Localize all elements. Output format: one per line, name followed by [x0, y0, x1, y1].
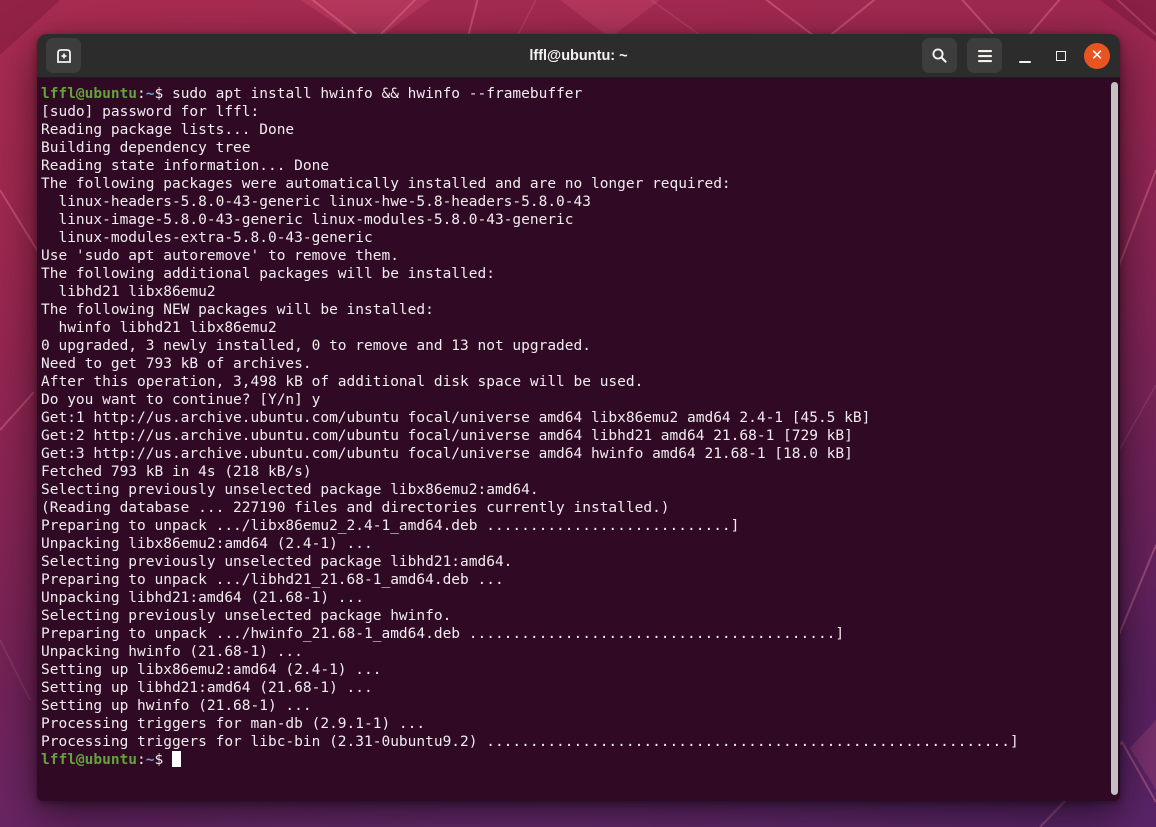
terminal-line: Fetched 793 kB in 4s (218 kB/s)	[41, 463, 1106, 481]
terminal-line: Processing triggers for man-db (2.9.1-1)…	[41, 715, 1106, 733]
terminal-line: libhd21 libx86emu2	[41, 283, 1106, 301]
terminal-line: Do you want to continue? [Y/n] y	[41, 391, 1106, 409]
terminal-line: linux-modules-extra-5.8.0-43-generic	[41, 229, 1106, 247]
terminal-line: 0 upgraded, 3 newly installed, 0 to remo…	[41, 337, 1106, 355]
terminal-line: Building dependency tree	[41, 139, 1106, 157]
terminal-line: Unpacking hwinfo (21.68-1) ...	[41, 643, 1106, 661]
close-icon: ✕	[1091, 48, 1104, 63]
terminal-line: The following packages were automaticall…	[41, 175, 1106, 193]
terminal-line: Need to get 793 kB of archives.	[41, 355, 1106, 373]
terminal-window: lffl@ubuntu: ~	[37, 34, 1120, 801]
terminal-line: After this operation, 3,498 kB of additi…	[41, 373, 1106, 391]
search-icon	[931, 47, 948, 64]
new-tab-icon	[55, 47, 73, 65]
terminal-line: linux-headers-5.8.0-43-generic linux-hwe…	[41, 193, 1106, 211]
terminal-line: Get:1 http://us.archive.ubuntu.com/ubunt…	[41, 409, 1106, 427]
terminal-line: Get:2 http://us.archive.ubuntu.com/ubunt…	[41, 427, 1106, 445]
terminal-line: Unpacking libx86emu2:amd64 (2.4-1) ...	[41, 535, 1106, 553]
hamburger-menu-icon	[977, 49, 993, 63]
terminal-body[interactable]: lffl@ubuntu:~$ sudo apt install hwinfo &…	[37, 78, 1120, 801]
maximize-icon	[1056, 51, 1066, 61]
close-button[interactable]: ✕	[1084, 43, 1110, 69]
terminal-line: The following additional packages will b…	[41, 265, 1106, 283]
terminal-line: Unpacking libhd21:amd64 (21.68-1) ...	[41, 589, 1106, 607]
terminal-line: Setting up libx86emu2:amd64 (2.4-1) ...	[41, 661, 1106, 679]
new-tab-button[interactable]	[46, 38, 81, 73]
terminal-line: linux-image-5.8.0-43-generic linux-modul…	[41, 211, 1106, 229]
terminal-line: lffl@ubuntu:~$ sudo apt install hwinfo &…	[41, 85, 1106, 103]
terminal-line: Processing triggers for libc-bin (2.31-0…	[41, 733, 1106, 751]
scrollbar-thumb[interactable]	[1111, 82, 1118, 795]
terminal-line: Setting up libhd21:amd64 (21.68-1) ...	[41, 679, 1106, 697]
search-button[interactable]	[922, 38, 957, 73]
terminal-line: Preparing to unpack .../libhd21_21.68-1_…	[41, 571, 1106, 589]
terminal-line: Setting up hwinfo (21.68-1) ...	[41, 697, 1106, 715]
terminal-line: Reading package lists... Done	[41, 121, 1106, 139]
menu-button[interactable]	[967, 38, 1002, 73]
terminal-line: Selecting previously unselected package …	[41, 607, 1106, 625]
terminal-cursor	[172, 751, 181, 767]
terminal-line: The following NEW packages will be insta…	[41, 301, 1106, 319]
terminal-line: Preparing to unpack .../hwinfo_21.68-1_a…	[41, 625, 1106, 643]
terminal-line: [sudo] password for lffl:	[41, 103, 1106, 121]
terminal-headerbar: lffl@ubuntu: ~	[37, 34, 1120, 78]
headerbar-controls: ✕	[922, 38, 1110, 73]
terminal-line: (Reading database ... 227190 files and d…	[41, 499, 1106, 517]
terminal-line: hwinfo libhd21 libx86emu2	[41, 319, 1106, 337]
terminal-line: Reading state information... Done	[41, 157, 1106, 175]
minimize-icon	[1019, 61, 1031, 63]
terminal-output: lffl@ubuntu:~$ sudo apt install hwinfo &…	[41, 85, 1106, 769]
terminal-line: Selecting previously unselected package …	[41, 553, 1106, 571]
maximize-button[interactable]	[1048, 38, 1074, 73]
minimize-button[interactable]	[1012, 38, 1038, 73]
terminal-line: Use 'sudo apt autoremove' to remove them…	[41, 247, 1106, 265]
terminal-line: lffl@ubuntu:~$	[41, 751, 1106, 769]
terminal-line: Selecting previously unselected package …	[41, 481, 1106, 499]
terminal-line: Preparing to unpack .../libx86emu2_2.4-1…	[41, 517, 1106, 535]
terminal-line: Get:3 http://us.archive.ubuntu.com/ubunt…	[41, 445, 1106, 463]
